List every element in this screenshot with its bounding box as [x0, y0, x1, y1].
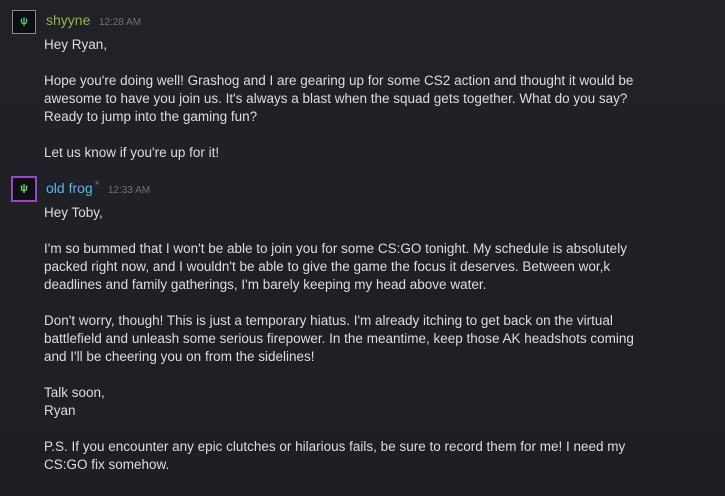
- message-paragraph: Hope you're doing well! Grashog and I ar…: [44, 73, 634, 124]
- message-header: shyyne 12:28 AM: [46, 12, 141, 30]
- green-logo-icon: ψ: [20, 183, 28, 194]
- author-name[interactable]: old frog: [46, 180, 93, 196]
- message-paragraph: Let us know if you're up for it!: [44, 145, 220, 160]
- message-paragraph: Don't worry, though! This is just a temp…: [44, 313, 634, 364]
- author-name[interactable]: shyyne: [46, 12, 90, 28]
- avatar[interactable]: ψ: [11, 176, 37, 202]
- message-header: old frog * 12:33 AM: [46, 178, 151, 198]
- timestamp: 12:33 AM: [107, 185, 151, 196]
- green-logo-icon: ψ: [20, 16, 28, 27]
- message-paragraph: I'm so bummed that I won't be able to jo…: [44, 241, 627, 292]
- message-body: Hey Ryan, Hope you're doing well! Grasho…: [44, 36, 714, 162]
- chat-log: ψ shyyne 12:28 AM Hey Ryan, Hope you're …: [0, 0, 725, 496]
- message-paragraph: Talk soon, Ryan: [44, 385, 105, 418]
- message-paragraph: Hey Ryan,: [44, 37, 108, 52]
- message-paragraph: Hey Toby,: [44, 205, 103, 220]
- friend-star-icon: *: [94, 178, 100, 192]
- timestamp: 12:28 AM: [98, 17, 142, 28]
- message-body: Hey Toby, I'm so bummed that I won't be …: [44, 204, 714, 474]
- avatar[interactable]: ψ: [12, 10, 36, 34]
- message-paragraph: P.S. If you encounter any epic clutches …: [44, 439, 626, 472]
